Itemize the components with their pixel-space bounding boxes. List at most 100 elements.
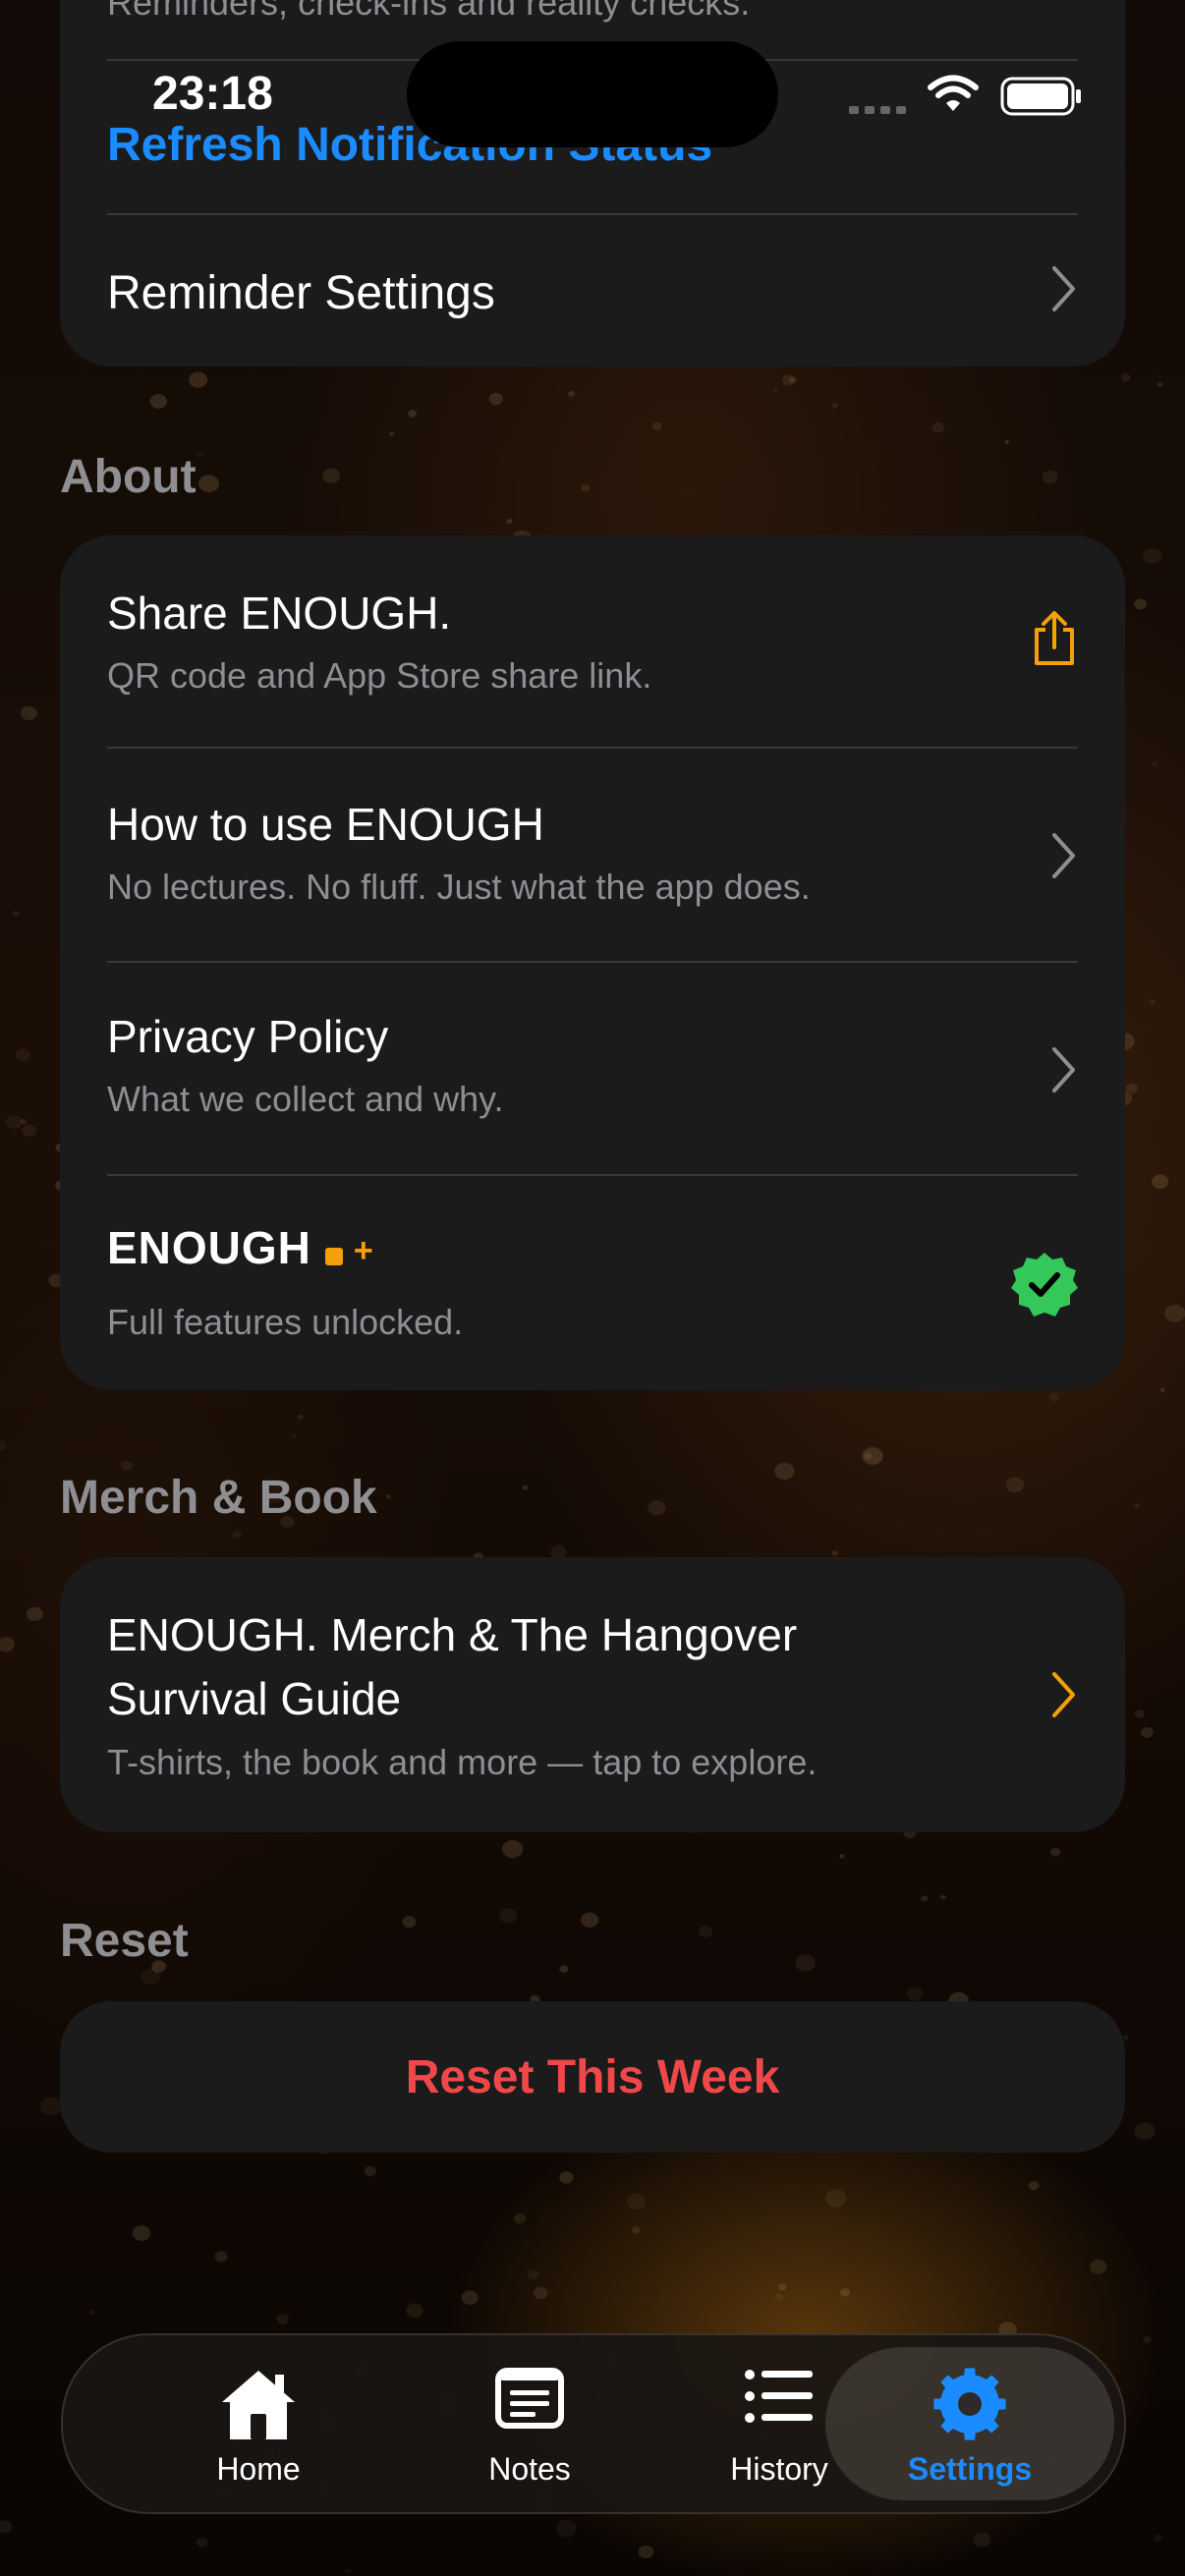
droplet [774,1462,795,1480]
privacy-policy-title: Privacy Policy [107,1011,389,1062]
droplet [527,2269,539,2280]
droplet [1157,382,1163,387]
droplet [385,1493,392,1499]
merch-subtitle: T-shirts, the book and more — tap to exp… [107,1742,818,1782]
droplet [795,1954,816,1972]
droplet [0,2520,13,2534]
droplet [651,421,662,431]
droplet [40,2097,62,2116]
gear-icon [933,2368,1006,2440]
droplet [839,1854,845,1859]
droplet [0,1440,7,1451]
droplet [698,1925,713,1938]
how-to-use-subtitle: No lectures. No fluff. Just what the app… [107,867,811,907]
about-section-header: About [60,451,197,503]
droplet [1050,1847,1061,1857]
enough-plus-subtitle: Full features unlocked. [107,1302,464,1342]
merch-section-header: Merch & Book [60,1472,377,1524]
droplet [214,2251,228,2263]
droplet [198,475,219,493]
plus-dot-icon [325,1248,344,1265]
droplet [862,1447,883,1465]
droplet [121,1461,133,1471]
droplet [940,1894,946,1900]
droplet [13,911,20,917]
enough-brand-text: ENOUGH [107,1222,311,1273]
droplet [1143,547,1162,564]
droplet [1160,1387,1165,1392]
chevron-right-icon [1052,833,1075,878]
droplet [1149,999,1156,1005]
droplet [189,371,208,388]
droplet [638,2545,654,2559]
droplet [402,1916,417,1929]
droplet [1164,1304,1185,1322]
droplet [831,1550,838,1556]
droplet [1134,1709,1145,1718]
droplet [291,1433,297,1439]
droplet [298,1414,304,1420]
tab-notes[interactable]: Notes [407,2335,652,2512]
droplet [21,705,37,721]
tab-home[interactable]: Home [136,2335,381,2512]
house-icon [222,2371,295,2439]
list-icon [745,2370,813,2423]
droplet [559,2171,574,2184]
status-time: 23:18 [152,68,273,120]
droplet [0,1637,15,1652]
droplet [20,1118,27,1125]
droplet [581,483,591,492]
tab-settings[interactable]: Settings [847,2335,1093,2512]
droplet [1134,2122,1156,2140]
droplet [1028,2181,1040,2191]
droplet [627,2193,647,2210]
privacy-policy-row[interactable]: Privacy Policy What we collect and why. [60,963,1125,1175]
droplet [389,431,395,436]
droplet [501,1839,524,1859]
droplet [648,1500,666,1516]
droplet [276,2314,289,2324]
droplet [514,2213,527,2224]
droplet [27,1606,43,1621]
droplet [1134,598,1148,610]
droplet [1090,2259,1107,2274]
about-card: Share ENOUGH. QR code and App Store shar… [60,535,1125,1390]
droplet [22,1124,36,1137]
droplet [906,1987,924,2001]
droplet [921,1895,929,1902]
droplet [5,1115,23,1130]
droplet [1143,2335,1152,2343]
droplet [488,392,503,406]
reminder-settings-row[interactable]: Reminder Settings [60,215,1125,366]
droplet [831,403,838,409]
droplet [1152,761,1158,767]
droplet [1154,2534,1162,2543]
droplet [1152,1174,1169,1189]
droplet [1005,1477,1025,1493]
droplet [1120,373,1131,382]
droplet [1141,1727,1154,1738]
plus-sign-icon: + [353,1232,373,1269]
tab-settings-label: Settings [907,2451,1033,2487]
merch-title-line2: Survival Guide [107,1673,402,1724]
droplet [581,1912,599,1928]
reminder-settings-label: Reminder Settings [107,267,495,319]
share-enough-row[interactable]: Share ENOUGH. QR code and App Store shar… [60,535,1125,748]
dynamic-island [407,41,778,147]
droplet [132,2225,151,2242]
droplet [781,374,795,386]
reset-this-week-button[interactable]: Reset This Week [60,2001,1125,2153]
merch-title-line1: ENOUGH. Merch & The Hangover [107,1609,798,1660]
droplet [88,2310,94,2315]
droplet [364,2165,376,2177]
merch-card[interactable]: ENOUGH. Merch & The Hangover Survival Gu… [60,1557,1125,1832]
droplet [1134,1503,1140,1508]
enough-plus-row: ENOUGH + Full features unlocked. [60,1176,1125,1390]
droplet [1042,470,1058,484]
droplet [556,2520,577,2538]
droplet [1123,2035,1129,2041]
chevron-right-icon [1052,1672,1075,1717]
droplet [196,2537,208,2548]
droplet [15,1048,30,1062]
how-to-use-row[interactable]: How to use ENOUGH No lectures. No fluff.… [60,749,1125,961]
